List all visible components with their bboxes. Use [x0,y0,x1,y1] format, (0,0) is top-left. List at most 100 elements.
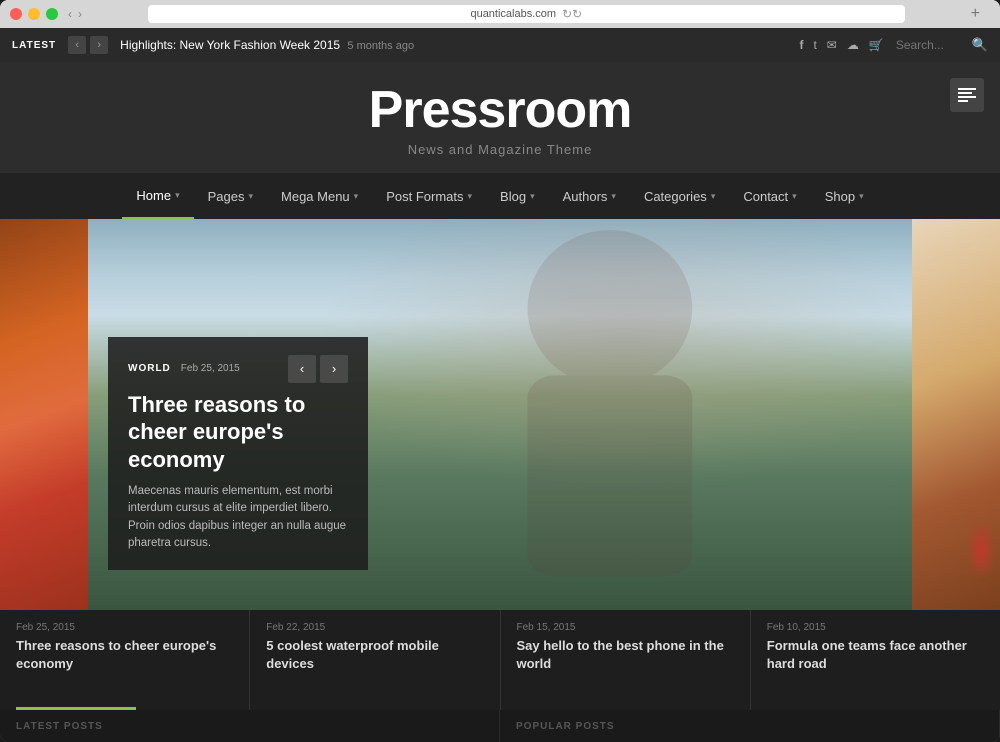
ticker-label: LATEST [12,40,56,51]
cloud-icon[interactable]: ☁ [847,38,859,52]
url-text: quanticalabs.com [470,8,556,20]
twitter-icon[interactable]: t [813,38,816,52]
minimize-dot[interactable] [28,8,40,20]
nav-caret-pages: ▾ [248,191,253,202]
bottom-item-3: Feb 10, 2015 Formula one teams face anot… [751,610,1000,710]
site-subtitle: News and Magazine Theme [0,142,1000,157]
nav-list: Home ▾ Pages ▾ Mega Menu ▾ [122,173,877,219]
nav-link-blog[interactable]: Blog ▾ [486,173,549,219]
hamburger-menu-icon[interactable] [950,78,984,112]
nav-item-pages: Pages ▾ [194,173,267,219]
footer-col-latest-label: Latest Posts [16,721,103,732]
nav-caret-authors: ▾ [611,191,616,202]
nav-label-shop: Shop [825,189,855,204]
browser-frame: ‹ › quanticalabs.com ↻ + LATEST ‹ › High… [0,0,1000,742]
reload-icon[interactable]: ↻ [562,7,582,21]
nav-label-megamenu: Mega Menu [281,189,350,204]
hero-nav-buttons: ‹ › [288,355,348,383]
nav-item-categories: Categories ▾ [630,173,729,219]
hero-side-thumb-right [912,219,1000,610]
browser-titlebar: ‹ › quanticalabs.com ↻ + [0,0,1000,28]
nav-link-shop[interactable]: Shop ▾ [811,173,878,219]
bottom-item-date-3: Feb 10, 2015 [767,622,984,633]
nav-caret-categories: ▾ [711,191,716,202]
nav-label-blog: Blog [500,189,526,204]
nav-caret-postformats: ▾ [468,191,473,202]
bottom-item-title-0[interactable]: Three reasons to cheer europe's economy [16,637,233,672]
footer-hint-row: Latest Posts Popular Posts [0,710,1000,742]
nav-item-blog: Blog ▾ [486,173,549,219]
nav-link-postformats[interactable]: Post Formats ▾ [372,173,486,219]
search-icon[interactable]: 🔍 [972,37,988,53]
hero-overlay: WORLD Feb 25, 2015 ‹ › Three reasons to … [108,337,368,571]
address-bar[interactable]: quanticalabs.com ↻ [148,5,905,23]
nav-label-authors: Authors [563,189,608,204]
hero-excerpt: Maecenas mauris elementum, est morbi int… [128,483,348,552]
bottom-item-title-3[interactable]: Formula one teams face another hard road [767,637,984,672]
ticker-search: 🔍 [896,37,988,53]
hero-category: WORLD [128,363,171,374]
bottom-item-0: Feb 25, 2015 Three reasons to cheer euro… [0,610,250,710]
nav-link-home[interactable]: Home ▾ [122,173,193,219]
hero-main-image: WORLD Feb 25, 2015 ‹ › Three reasons to … [88,219,912,610]
nav-item-postformats: Post Formats ▾ [372,173,486,219]
hero-date: Feb 25, 2015 [181,363,240,374]
nav-link-authors[interactable]: Authors ▾ [549,173,630,219]
nav-label-categories: Categories [644,189,707,204]
facebook-icon[interactable]: f [799,38,803,52]
nav-label-contact: Contact [743,189,788,204]
nav-caret-megamenu: ▾ [354,191,359,202]
email-icon[interactable]: ✉ [827,38,837,52]
site-header: Pressroom News and Magazine Theme [0,62,1000,173]
maximize-dot[interactable] [46,8,58,20]
search-input[interactable] [896,38,966,52]
bottom-item-1: Feb 22, 2015 5 coolest waterproof mobile… [250,610,500,710]
hero-prev-button[interactable]: ‹ [288,355,316,383]
ticker-next-button[interactable]: › [90,36,108,54]
hero-next-button[interactable]: › [320,355,348,383]
bottom-item-date-0: Feb 25, 2015 [16,622,233,633]
footer-col-popular-label: Popular Posts [516,721,615,732]
ticker-social-icons: f t ✉ ☁ 🛒 [799,38,883,52]
hero-area: WORLD Feb 25, 2015 ‹ › Three reasons to … [0,219,1000,742]
hero-title[interactable]: Three reasons to cheer europe's economy [128,391,348,474]
add-tab-button[interactable]: + [971,5,980,23]
nav-item-home: Home ▾ [122,173,193,219]
ticker-text: Highlights: New York Fashion Week 2015 5… [120,38,787,52]
footer-col-latest: Latest Posts [0,710,500,742]
bottom-item-date-2: Feb 15, 2015 [517,622,734,633]
hero-side-thumb-left [0,219,88,610]
nav-item-authors: Authors ▾ [549,173,630,219]
footer-col-popular: Popular Posts [500,710,1000,742]
nav-link-categories[interactable]: Categories ▾ [630,173,729,219]
hero-meta: WORLD Feb 25, 2015 ‹ › [128,355,348,383]
site-title: Pressroom [0,84,1000,136]
ticker-time: 5 months ago [347,40,414,52]
ticker-nav: ‹ › [68,36,108,54]
ticker-bar: LATEST ‹ › Highlights: New York Fashion … [0,28,1000,62]
ticker-prev-button[interactable]: ‹ [68,36,86,54]
bottom-strip: Feb 25, 2015 Three reasons to cheer euro… [0,610,1000,710]
forward-button[interactable]: › [78,7,82,21]
cart-icon[interactable]: 🛒 [869,38,884,52]
nav-link-contact[interactable]: Contact ▾ [729,173,810,219]
nav-label-postformats: Post Formats [386,189,463,204]
bottom-item-title-2[interactable]: Say hello to the best phone in the world [517,637,734,672]
nav-label-home: Home [136,188,171,203]
nav-caret-blog: ▾ [530,191,535,202]
nav-caret-contact: ▾ [792,191,797,202]
nav-caret-home: ▾ [175,190,180,201]
nav-item-contact: Contact ▾ [729,173,810,219]
bottom-item-title-1[interactable]: 5 coolest waterproof mobile devices [266,637,483,672]
hero-slider: WORLD Feb 25, 2015 ‹ › Three reasons to … [0,219,1000,610]
nav-link-pages[interactable]: Pages ▾ [194,173,267,219]
nav-item-megamenu: Mega Menu ▾ [267,173,372,219]
nav-link-megamenu[interactable]: Mega Menu ▾ [267,173,372,219]
nav-item-shop: Shop ▾ [811,173,878,219]
ticker-article-title[interactable]: Highlights: New York Fashion Week 2015 [120,38,340,52]
back-button[interactable]: ‹ [68,7,72,21]
nav-label-pages: Pages [208,189,245,204]
nav-caret-shop: ▾ [859,191,864,202]
site-nav: Home ▾ Pages ▾ Mega Menu ▾ [0,173,1000,219]
close-dot[interactable] [10,8,22,20]
